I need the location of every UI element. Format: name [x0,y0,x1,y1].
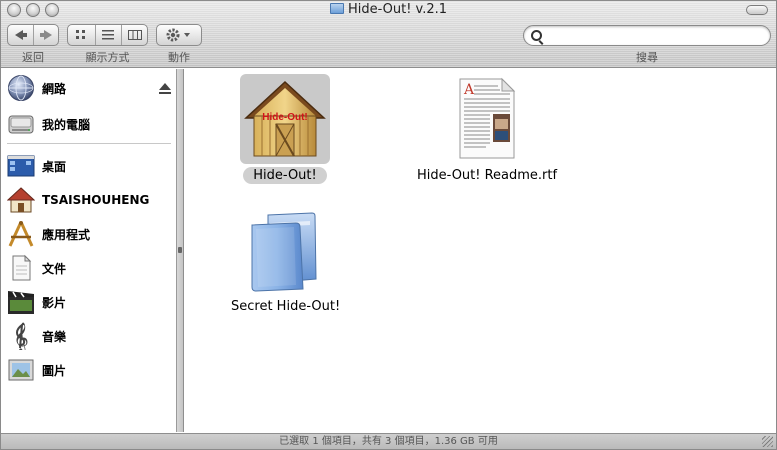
hard-drive-icon [7,110,35,138]
sidebar-item-label: 桌面 [42,159,67,174]
search-label: 搜尋 [636,51,658,64]
movies-icon [7,288,35,316]
back-arrow-icon [14,30,27,40]
pictures-icon [7,356,35,384]
resize-grip-icon[interactable] [762,436,773,447]
column-view-icon [127,30,142,40]
file-item-readme[interactable]: A Hide-Out! Readme.rtf [407,74,563,184]
rtf-document-icon: A [440,74,530,164]
back-button[interactable] [8,25,33,45]
desktop-icon [7,152,35,180]
sidebar-item-pictures[interactable]: 圖片 [7,355,173,385]
action-menu-button[interactable] [156,24,202,46]
finder-window: Hide-Out! v.2.1 返回 顯示方式 動作 搜尋 網路 我的電腦 桌面… [0,0,777,450]
list-view-button[interactable] [94,25,122,45]
folder-title-icon [329,3,344,14]
back-label: 返回 [22,51,44,64]
sidebar-item-home[interactable]: TSAISHOUHENG [6,185,173,215]
svg-text:A: A [463,82,475,98]
forward-arrow-icon [40,30,53,40]
action-button-face[interactable] [157,25,201,45]
sidebar-item-applications[interactable]: 應用程式 [7,219,173,249]
sidebar-item-computer[interactable]: 我的電腦 [7,109,173,139]
view-mode-group [67,24,148,46]
sidebar-item-label: 應用程式 [42,227,91,242]
action-label: 動作 [168,51,190,64]
home-icon [6,186,36,214]
sidebar-item-label: 網路 [42,81,67,96]
folder-icon [240,205,330,295]
sidebar-item-label: TSAISHOUHENG [42,193,150,207]
file-name: Secret Hide-Out! [231,299,341,314]
eject-icon[interactable] [159,83,171,94]
status-text: 已選取 1 個項目，共有 3 個項目，1.36 GB 可用 [279,436,498,447]
file-name: Hide-Out! Readme.rtf [417,168,558,183]
icon-view-button[interactable] [68,25,95,45]
network-globe-icon [7,74,35,102]
music-icon: 𝄞 [7,322,35,354]
column-view-button[interactable] [121,25,147,45]
sidebar-item-music[interactable]: 𝄞 音樂 [7,321,173,354]
view-label: 顯示方式 [85,51,130,64]
file-item-hide-out[interactable]: Hide-Out! Hide-Out! [229,74,341,184]
window-title: Hide-Out! v.2.1 [1,2,776,18]
barn-app-icon: Hide-Out! [240,74,330,164]
applications-icon [7,220,35,248]
list-view-icon [102,30,115,40]
forward-button[interactable] [33,25,58,45]
sidebar-item-desktop[interactable]: 桌面 [7,151,173,181]
sidebar-item-label: 我的電腦 [42,117,91,132]
splitter-handle-icon [178,247,182,253]
file-item-secret-folder[interactable]: Secret Hide-Out! [221,205,349,315]
sidebar-item-label: 圖片 [42,363,67,378]
search-icon [531,30,542,41]
status-bar: 已選取 1 個項目，共有 3 個項目，1.36 GB 可用 [1,433,776,449]
sidebar-item-movies[interactable]: 影片 [7,287,173,317]
sidebar-item-label: 音樂 [42,329,67,344]
sidebar-item-network[interactable]: 網路 [7,73,173,103]
sidebar-divider [7,143,171,144]
back-forward-group [7,24,59,46]
toolbar-area: Hide-Out! v.2.1 返回 顯示方式 動作 搜尋 [1,1,776,68]
search-input[interactable] [523,25,771,46]
sidebar-item-documents[interactable]: 文件 [7,253,173,283]
gear-icon [166,28,190,42]
sidebar-item-label: 影片 [42,295,67,310]
file-name: Hide-Out! [243,167,327,184]
toolbar-toggle-button[interactable] [746,5,768,15]
icon-view-icon [76,30,86,39]
barn-app-icon-text: Hide-Out! [262,112,308,123]
sidebar-item-label: 文件 [42,261,67,276]
documents-icon [7,254,35,282]
